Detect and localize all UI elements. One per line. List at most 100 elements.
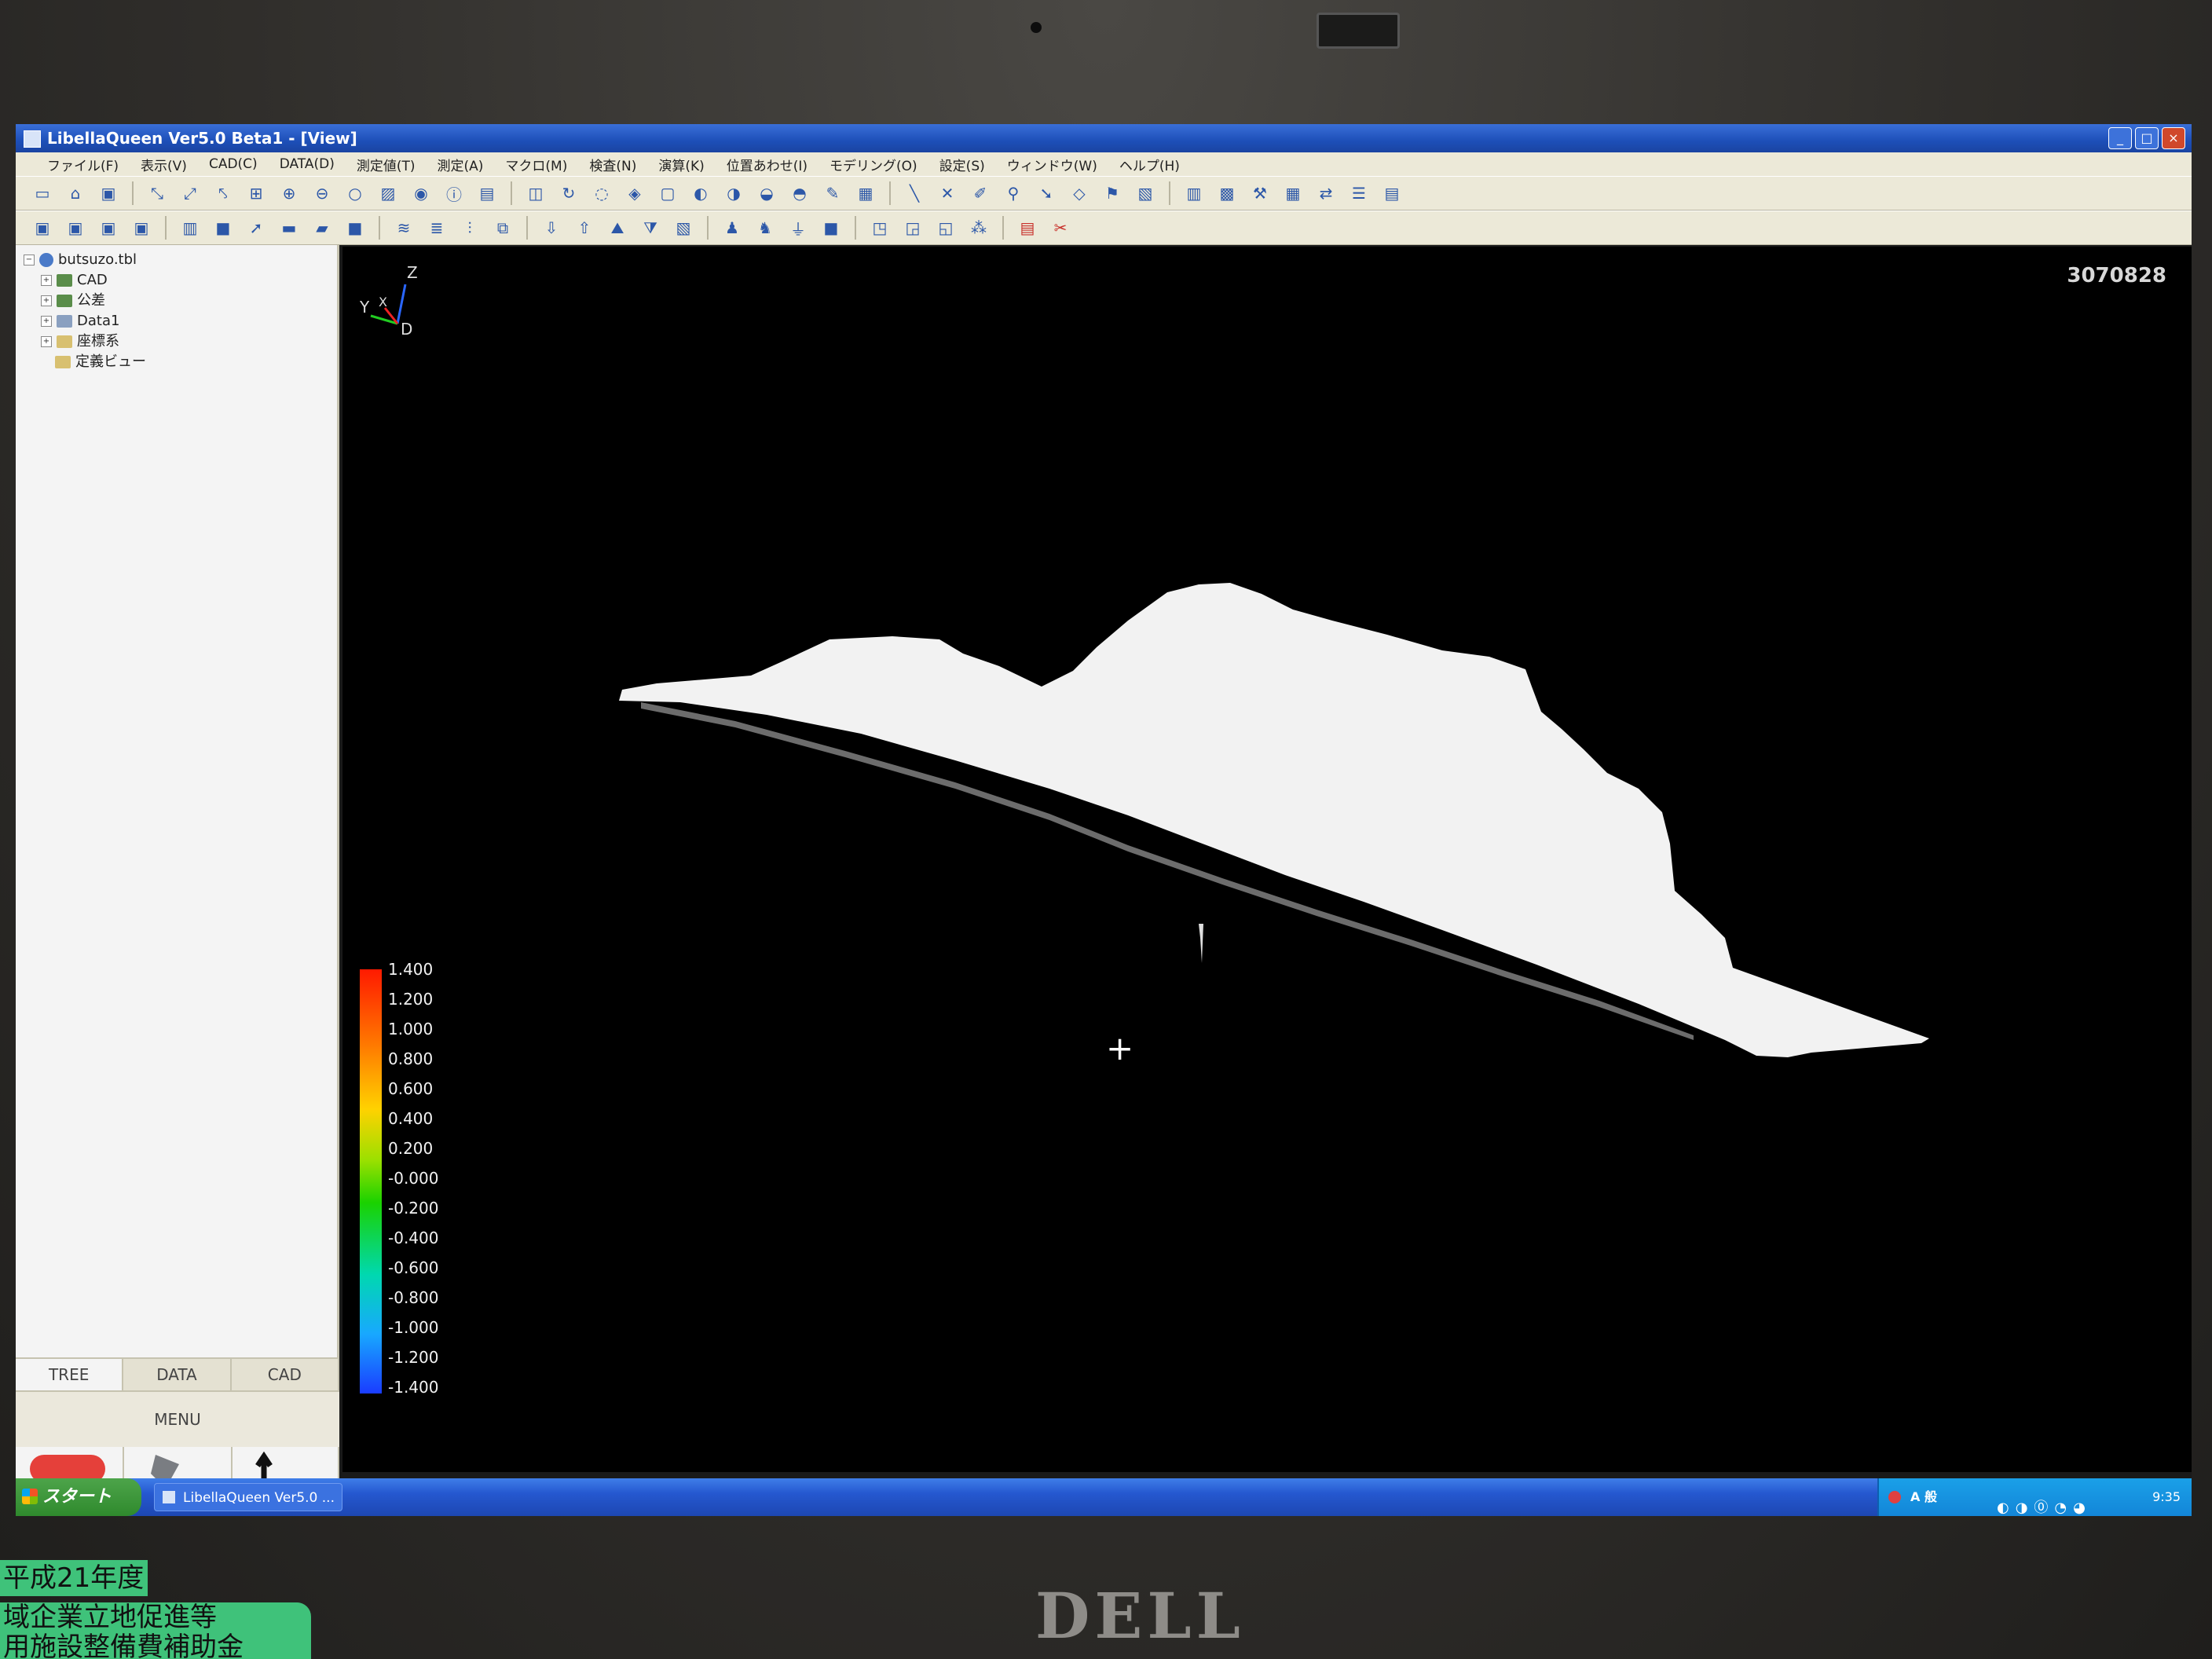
menu-settings[interactable]: 設定(S) [939,155,985,174]
point-cloud-model[interactable] [342,247,2192,1472]
dots-icon[interactable]: ⁂ [965,214,993,241]
dark-square-icon[interactable]: ■ [341,214,369,241]
report-icon[interactable]: ▥ [1180,180,1208,207]
view-y-icon[interactable]: ⤢ [176,180,204,207]
open-folder-icon[interactable]: ⌂ [61,180,90,207]
wrench-icon[interactable]: ⚒ [1246,180,1274,207]
color-map-icon[interactable]: ▧ [669,214,698,241]
terrain-icon[interactable]: ⛰ [603,214,632,241]
print-icon[interactable]: ▤ [473,180,501,207]
menu-inspect[interactable]: 検査(N) [589,155,636,174]
stack-icon[interactable]: ≣ [423,214,451,241]
ground-icon[interactable]: ⏚ [784,214,812,241]
table-icon[interactable]: ☰ [1345,180,1373,207]
select-icon[interactable]: ◫ [522,180,550,207]
tree-item-cad[interactable]: + CAD [24,270,146,291]
minimize-button[interactable]: _ [2108,127,2132,149]
box-select-icon[interactable]: ▢ [654,180,682,207]
tab-tree[interactable]: TREE [16,1359,124,1390]
eraser-icon[interactable]: ◇ [1065,180,1093,207]
merge-icon[interactable]: ⧉ [489,214,517,241]
info-icon[interactable]: ⓘ [440,180,468,207]
cube-3-icon[interactable]: ◱ [932,214,960,241]
3d-viewport[interactable]: 3070828 Z Y X D + 1.400 1.200 1.000 0.80… [342,247,2192,1472]
probe-icon[interactable]: ⚑ [1098,180,1126,207]
layout-1-icon[interactable]: ▣ [28,214,57,241]
red-tool-icon[interactable]: ▤ [1013,214,1042,241]
chart-icon[interactable]: ▤ [1378,180,1406,207]
menu-align[interactable]: 位置あわせ(I) [727,155,808,174]
menu-modeling[interactable]: モデリング(O) [830,155,917,174]
wire-icon[interactable]: ◑ [720,180,748,207]
view-z-icon[interactable]: ⤣ [209,180,237,207]
save-icon[interactable]: ▣ [94,180,123,207]
maximize-button[interactable]: □ [2135,127,2159,149]
menu-window[interactable]: ウィンドウ(W) [1007,155,1097,174]
expand-icon[interactable]: + [41,295,52,306]
layout-2-icon[interactable]: ▣ [61,214,90,241]
cube-icon[interactable]: ◳ [866,214,894,241]
start-button[interactable]: スタート [16,1478,141,1516]
zoom-out-icon[interactable]: ⊖ [308,180,336,207]
new-file-icon[interactable]: ▭ [28,180,57,207]
panel-icon[interactable]: ▥ [176,214,204,241]
layout-3-icon[interactable]: ▣ [94,214,123,241]
menu-help[interactable]: ヘルプ(H) [1119,155,1180,174]
frame-icon[interactable]: ▧ [1131,180,1159,207]
tray-icons[interactable]: ◐◑⓪◔◕ [1997,1489,2092,1516]
card-icon[interactable]: ▬ [275,214,303,241]
expand-icon[interactable]: + [41,275,52,286]
tab-data[interactable]: DATA [123,1359,232,1390]
expand-icon[interactable]: + [41,336,52,347]
zoom-in-icon[interactable]: ⊕ [275,180,303,207]
circle-select-icon[interactable]: ◌ [588,180,616,207]
lens-icon[interactable]: ⚲ [999,180,1027,207]
filter-icon[interactable]: ⧩ [636,214,665,241]
menu-macro[interactable]: マクロ(M) [505,155,567,174]
points-icon[interactable]: ◒ [753,180,781,207]
chip-icon[interactable]: ▩ [1213,180,1241,207]
person-icon[interactable]: ♟ [718,214,746,241]
menu-measured-values[interactable]: 測定値(T) [357,155,416,174]
menu-calc[interactable]: 演算(K) [658,155,704,174]
plane-icon[interactable]: ▰ [308,214,336,241]
gray-square-icon[interactable]: ■ [817,214,845,241]
ime-indicator[interactable]: A 般 [1910,1478,1937,1516]
tree-item-tolerance[interactable]: + 公差 [24,291,146,311]
line-icon[interactable]: ╲ [900,180,928,207]
view-x-icon[interactable]: ⤡ [143,180,171,207]
layers-icon[interactable]: ≋ [390,214,418,241]
tree-item-coordinate-system[interactable]: + 座標系 [24,331,146,352]
surface-icon[interactable]: ◓ [786,180,814,207]
menu-measure[interactable]: 測定(A) [438,155,484,174]
rotate-icon[interactable]: ↻ [555,180,583,207]
menu-cad[interactable]: CAD(C) [209,156,258,172]
clock[interactable]: 9:35 [2152,1478,2181,1516]
people-icon[interactable]: ♞ [751,214,779,241]
tray-status-icon[interactable] [1888,1491,1901,1503]
edit-icon[interactable]: ✎ [819,180,847,207]
zoom-icon[interactable]: ○ [341,180,369,207]
eye-icon[interactable]: ◉ [407,180,435,207]
mesh-icon[interactable]: ◈ [621,180,649,207]
image-icon[interactable]: ▨ [374,180,402,207]
import-icon[interactable]: ⇩ [537,214,566,241]
split-icon[interactable]: ⫶ [456,214,484,241]
tab-cad[interactable]: CAD [232,1359,339,1390]
window-icon[interactable]: ▦ [851,180,880,207]
black-square-icon[interactable]: ■ [209,214,237,241]
tree-item-data1[interactable]: + Data1 [24,311,146,331]
collapse-icon[interactable]: − [24,255,35,266]
taskbar-app-button[interactable]: LibellaQueen Ver5.0 ... [154,1483,342,1511]
cube-2-icon[interactable]: ◲ [899,214,927,241]
arrow-icon[interactable]: ➘ [1032,180,1060,207]
expand-icon[interactable]: + [41,316,52,327]
fit-view-icon[interactable]: ⊞ [242,180,270,207]
shade-icon[interactable]: ◐ [687,180,715,207]
grid-icon[interactable]: ▦ [1279,180,1307,207]
menu-button[interactable]: MENU [16,1390,339,1448]
pointer-icon[interactable]: ➚ [242,214,270,241]
export-icon[interactable]: ⇧ [570,214,599,241]
scissors-icon[interactable]: ✂ [1046,214,1075,241]
menu-view[interactable]: 表示(V) [141,155,187,174]
